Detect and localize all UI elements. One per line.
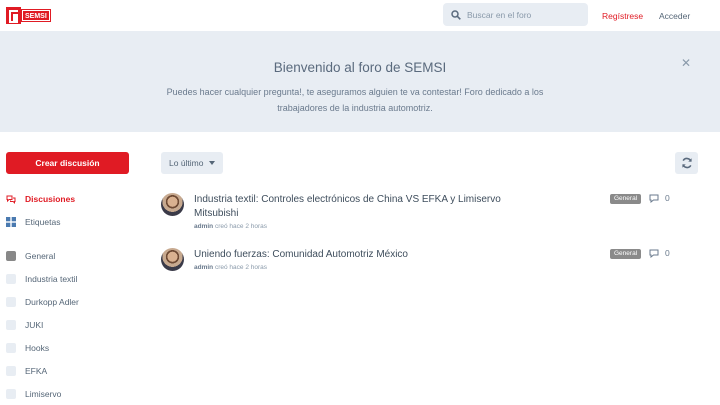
discussion-meta: admin creó hace 2 horas xyxy=(194,264,267,271)
tag-label: JUKI xyxy=(25,320,44,330)
comment-icon xyxy=(649,249,659,258)
discussion-title[interactable]: Industria textil: Controles electrónicos… xyxy=(194,193,534,221)
reply-count: 0 xyxy=(649,193,670,203)
tag-item-efka[interactable]: EFKA xyxy=(6,366,47,376)
sort-dropdown[interactable]: Lo último xyxy=(161,152,223,174)
discussion-author[interactable]: admin xyxy=(194,264,213,271)
tag-label: General xyxy=(25,251,56,261)
avatar[interactable] xyxy=(161,248,184,271)
logo-icon xyxy=(6,7,21,24)
nav-discussions[interactable]: Discusiones xyxy=(6,194,75,204)
tag-item-durkopp-adler[interactable]: Durkopp Adler xyxy=(6,297,79,307)
tags-icon xyxy=(6,217,16,227)
tag-item-industria-textil[interactable]: Industria textil xyxy=(6,274,77,284)
discussion-time: creó hace 2 horas xyxy=(214,264,268,271)
comment-icon xyxy=(649,194,659,203)
tag-item-general[interactable]: General xyxy=(6,251,55,261)
close-icon[interactable]: ✕ xyxy=(681,56,691,70)
tag-label: EFKA xyxy=(25,366,48,376)
logo-text: SEMSI xyxy=(21,9,51,22)
search-icon xyxy=(451,9,461,20)
refresh-icon xyxy=(681,157,692,169)
discussion-title[interactable]: Uniendo fuerzas: Comunidad Automotriz Mé… xyxy=(194,248,534,262)
tag-badge[interactable]: General xyxy=(610,194,642,204)
tag-color-icon xyxy=(6,297,16,307)
tag-color-icon xyxy=(6,320,16,330)
refresh-button[interactable] xyxy=(675,152,698,174)
site-logo[interactable]: SEMSI xyxy=(6,7,51,24)
caret-down-icon xyxy=(208,161,215,165)
discussion-meta: admin creó hace 2 horas xyxy=(194,223,267,230)
tag-label: Limiservo xyxy=(25,389,62,399)
welcome-hero: Bienvenido al foro de SEMSI Puedes hacer… xyxy=(0,31,720,132)
search-box[interactable] xyxy=(443,3,588,26)
discussion-time: creó hace 2 horas xyxy=(214,223,268,230)
nav-tags[interactable]: Etiquetas xyxy=(6,217,60,227)
hero-description: Puedes hacer cualquier pregunta!, te ase… xyxy=(166,87,544,113)
comments-icon xyxy=(6,195,16,204)
search-input[interactable] xyxy=(467,9,587,20)
tag-color-icon xyxy=(6,251,16,261)
discussion-author[interactable]: admin xyxy=(194,223,213,230)
avatar[interactable] xyxy=(161,193,184,216)
top-header: SEMSI Regístrese Acceder xyxy=(0,0,720,31)
sort-label: Lo último xyxy=(169,158,204,168)
tag-label: Industria textil xyxy=(25,274,78,284)
nav-discussions-label: Discusiones xyxy=(25,194,76,204)
tag-item-limiservo[interactable]: Limiservo xyxy=(6,389,61,399)
tag-item-juki[interactable]: JUKI xyxy=(6,320,43,330)
login-link[interactable]: Acceder xyxy=(659,11,690,21)
signup-link[interactable]: Regístrese xyxy=(602,11,643,21)
tag-item-hooks[interactable]: Hooks xyxy=(6,343,49,353)
tag-color-icon xyxy=(6,274,16,284)
tag-badge[interactable]: General xyxy=(610,249,642,259)
start-discussion-button[interactable]: Crear discusión xyxy=(6,152,129,174)
tag-color-icon xyxy=(6,366,16,376)
nav-tags-label: Etiquetas xyxy=(25,217,61,227)
tag-label: Hooks xyxy=(25,343,50,353)
reply-count-value: 0 xyxy=(665,248,670,258)
reply-count-value: 0 xyxy=(665,193,670,203)
tag-label: Durkopp Adler xyxy=(25,297,79,307)
reply-count: 0 xyxy=(649,248,670,258)
tag-color-icon xyxy=(6,343,16,353)
hero-title: Bienvenido al foro de SEMSI xyxy=(273,60,447,75)
tag-color-icon xyxy=(6,389,16,399)
